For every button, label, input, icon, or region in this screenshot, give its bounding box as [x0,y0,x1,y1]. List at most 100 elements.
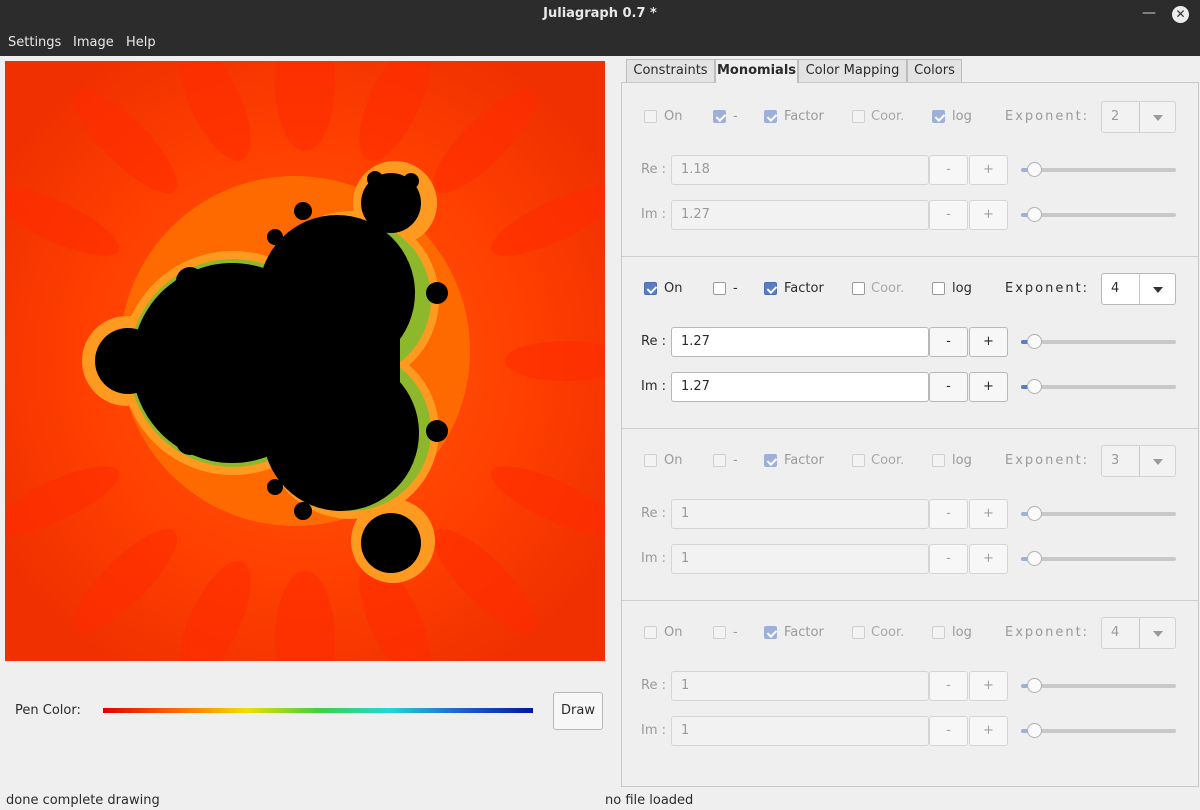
im-decrement-button[interactable]: - [929,372,968,402]
im-input[interactable]: 1 [671,716,929,746]
exponent-select[interactable]: 4 [1101,273,1176,305]
im-slider[interactable] [1021,722,1176,740]
exponent-label: Exponent: [1005,109,1090,124]
re-slider[interactable] [1021,505,1176,523]
coor-checkbox[interactable] [852,110,865,123]
menu-settings[interactable]: Settings [8,35,61,50]
window-title: Juliagraph 0.7 * [543,6,657,21]
minus-checkbox[interactable] [713,282,726,295]
re-slider[interactable] [1021,333,1176,351]
slider-thumb[interactable] [1027,506,1042,521]
exponent-value: 4 [1111,281,1120,296]
im-value: 1.27 [681,379,710,394]
re-input[interactable]: 1.18 [671,155,929,185]
tab-constraints[interactable]: Constraints [626,59,715,82]
re-decrement-button[interactable]: - [929,155,968,185]
im-increment-button[interactable]: + [969,200,1008,230]
slider-track [1021,213,1176,217]
im-increment-button[interactable]: + [969,544,1008,574]
re-input[interactable]: 1 [671,671,929,701]
minus-checkbox[interactable] [713,110,726,123]
exponent-select[interactable]: 4 [1101,617,1176,649]
fractal-image [5,61,605,661]
exponent-label: Exponent: [1005,625,1090,640]
im-input[interactable]: 1.27 [671,200,929,230]
re-increment-button[interactable]: + [969,499,1008,529]
im-slider[interactable] [1021,378,1176,396]
log-checkbox[interactable] [932,110,945,123]
re-slider[interactable] [1021,161,1176,179]
on-checkbox[interactable] [644,110,657,123]
combo-divider [1139,446,1140,476]
menu-bar: Settings Image Help [0,30,1200,56]
factor-label: Factor [784,453,824,468]
slider-thumb[interactable] [1027,162,1042,177]
im-increment-button[interactable]: + [969,372,1008,402]
re-input[interactable]: 1 [671,499,929,529]
re-increment-button[interactable]: + [969,155,1008,185]
re-decrement-button[interactable]: - [929,499,968,529]
title-bar: Juliagraph 0.7 * — ✕ [0,0,1200,30]
slider-track [1021,557,1176,561]
coor-checkbox[interactable] [852,454,865,467]
coor-label: Coor. [871,453,905,468]
tab-color-mapping[interactable]: Color Mapping [798,59,907,82]
on-label: On [664,281,683,296]
minus-label: - [733,625,738,640]
coor-checkbox[interactable] [852,282,865,295]
im-decrement-button[interactable]: - [929,200,968,230]
im-slider[interactable] [1021,206,1176,224]
on-label: On [664,453,683,468]
coor-label: Coor. [871,109,905,124]
slider-track [1021,385,1176,389]
factor-checkbox[interactable] [764,626,777,639]
re-decrement-button[interactable]: - [929,671,968,701]
minus-checkbox[interactable] [713,626,726,639]
slider-thumb[interactable] [1027,207,1042,222]
fractal-canvas[interactable] [5,61,605,661]
chevron-down-icon [1153,631,1163,637]
tab-colors[interactable]: Colors [907,59,962,82]
im-decrement-button[interactable]: - [929,544,968,574]
exponent-select[interactable]: 2 [1101,101,1176,133]
minimize-icon[interactable]: — [1142,5,1156,23]
re-decrement-button[interactable]: - [929,327,968,357]
im-input[interactable]: 1 [671,544,929,574]
factor-label: Factor [784,625,824,640]
on-checkbox[interactable] [644,282,657,295]
re-increment-button[interactable]: + [969,671,1008,701]
menu-help[interactable]: Help [126,35,156,50]
re-increment-button[interactable]: + [969,327,1008,357]
on-checkbox[interactable] [644,626,657,639]
im-slider[interactable] [1021,550,1176,568]
re-input[interactable]: 1.27 [671,327,929,357]
exponent-select[interactable]: 3 [1101,445,1176,477]
slider-thumb[interactable] [1027,551,1042,566]
re-label: Re : [641,678,666,693]
on-checkbox[interactable] [644,454,657,467]
slider-thumb[interactable] [1027,379,1042,394]
menu-image[interactable]: Image [73,35,114,50]
pen-color-gradient[interactable] [103,708,533,713]
tab-monomials[interactable]: Monomials [715,59,798,83]
exponent-label: Exponent: [1005,453,1090,468]
factor-checkbox[interactable] [764,454,777,467]
slider-thumb[interactable] [1027,334,1042,349]
log-checkbox[interactable] [932,454,945,467]
factor-checkbox[interactable] [764,110,777,123]
slider-thumb[interactable] [1027,678,1042,693]
log-checkbox[interactable] [932,282,945,295]
draw-button[interactable]: Draw [553,692,603,730]
slider-track [1021,168,1176,172]
close-icon[interactable]: ✕ [1172,6,1189,23]
coor-checkbox[interactable] [852,626,865,639]
factor-checkbox[interactable] [764,282,777,295]
im-input[interactable]: 1.27 [671,372,929,402]
minus-checkbox[interactable] [713,454,726,467]
im-decrement-button[interactable]: - [929,716,968,746]
re-slider[interactable] [1021,677,1176,695]
exponent-value: 3 [1111,453,1120,468]
log-checkbox[interactable] [932,626,945,639]
im-increment-button[interactable]: + [969,716,1008,746]
slider-thumb[interactable] [1027,723,1042,738]
